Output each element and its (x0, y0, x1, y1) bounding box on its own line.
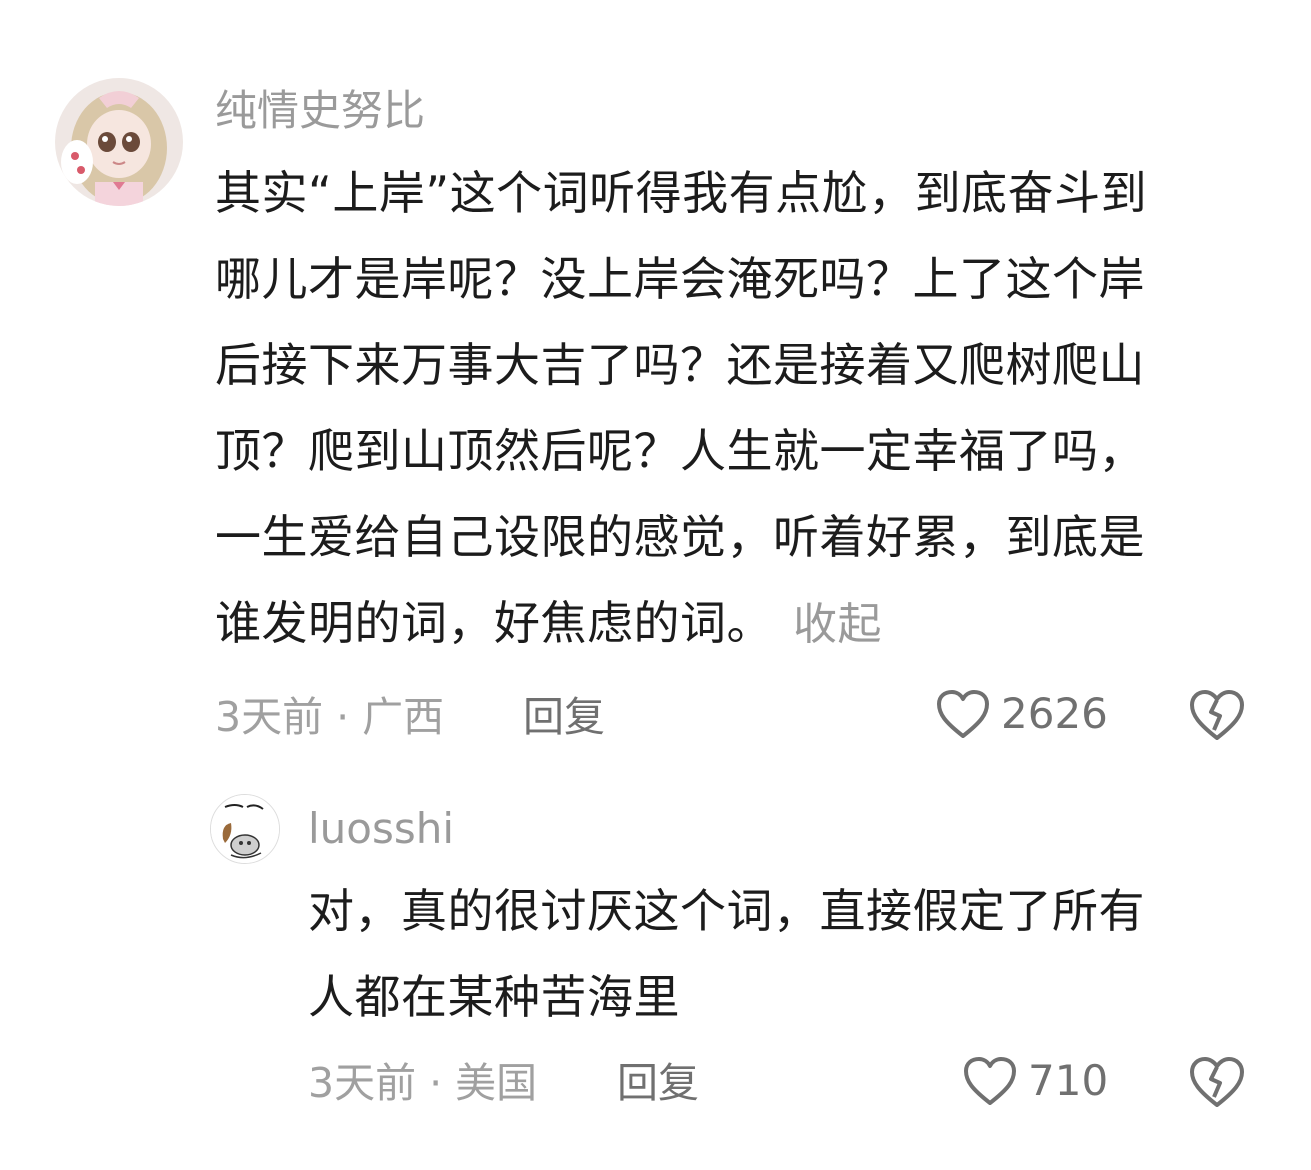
comment-line: 其实“上岸”这个词听得我有点尬，到底奋斗到 (215, 166, 1148, 220)
comment-line: 后接下来万事大吉了吗？还是接着又爬树爬山 (215, 338, 1145, 392)
avatar[interactable] (55, 78, 183, 206)
reply-button[interactable]: 回复 (617, 1058, 699, 1108)
like-button[interactable]: 2626 (935, 688, 1108, 740)
cut-off-text-fragment (330, 0, 500, 4)
broken-heart-icon[interactable] (1188, 688, 1246, 742)
collapse-link[interactable]: 收起 (793, 599, 882, 650)
comment-line-text: 谁发明的词，好焦虑的词。 (215, 596, 773, 650)
sketch-avatar-image (211, 795, 279, 863)
comment-time-location: 3天前 · 美国 (308, 1059, 538, 1107)
comment-time-location: 3天前 · 广西 (215, 693, 445, 741)
broken-heart-icon[interactable] (1188, 1055, 1246, 1109)
comment-body: 对，真的很讨厌这个词，直接假定了所有 人都在某种苦海里 (308, 868, 1145, 1040)
heart-outline-icon (937, 690, 989, 738)
comment-body: 其实“上岸”这个词听得我有点尬，到底奋斗到 哪儿才是岸呢？没上岸会淹死吗？上了这… (215, 150, 1147, 668)
comment-line: 对，真的很讨厌这个词，直接假定了所有 (308, 884, 1145, 938)
username[interactable]: 纯情史努比 (215, 86, 425, 136)
like-button[interactable]: 710 (962, 1055, 1108, 1107)
heart-outline-icon (964, 1057, 1016, 1105)
avatar[interactable] (210, 794, 280, 864)
comment-line: 一生爱给自己设限的感觉，听着好累，到底是 (215, 510, 1145, 564)
comment-line: 人都在某种苦海里 (308, 970, 680, 1024)
doll-avatar-image (55, 78, 183, 206)
comment-thread: 纯情史努比 其实“上岸”这个词听得我有点尬，到底奋斗到 哪儿才是岸呢？没上岸会淹… (0, 0, 1311, 1170)
reply-button[interactable]: 回复 (523, 692, 605, 742)
like-count: 710 (1028, 1056, 1109, 1105)
comment-line: 顶？爬到山顶然后呢？人生就一定幸福了吗， (215, 424, 1145, 478)
comment-line-last: 谁发明的词，好焦虑的词。 收起 (215, 580, 1147, 668)
comment-line: 哪儿才是岸呢？没上岸会淹死吗？上了这个岸 (215, 252, 1145, 306)
username[interactable]: luosshi (308, 804, 454, 854)
like-count: 2626 (1001, 689, 1108, 738)
